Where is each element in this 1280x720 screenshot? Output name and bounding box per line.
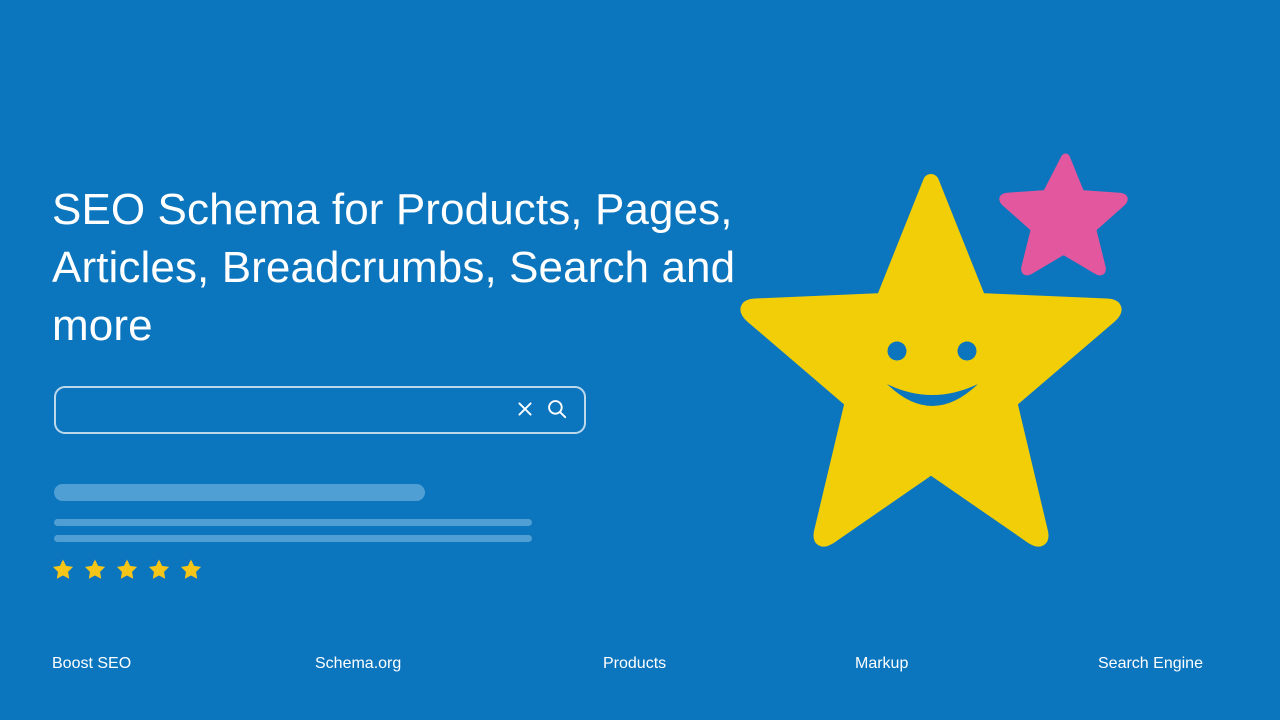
search-input[interactable]: [56, 388, 510, 432]
footer-nav: Boost SEO Schema.org Products Markup Sea…: [0, 652, 1280, 688]
hero-illustration: [735, 150, 1135, 550]
footer-item-search-engine[interactable]: Search Engine: [1098, 652, 1203, 676]
submit-search-button[interactable]: [542, 395, 572, 425]
rating-star-icon: [180, 558, 202, 580]
result-title-placeholder: [54, 484, 425, 501]
rating-star-icon: [52, 558, 74, 580]
close-x-icon: [516, 400, 534, 421]
clear-search-button[interactable]: [510, 395, 540, 425]
small-star-icon: [999, 153, 1128, 276]
rating-star-icon: [116, 558, 138, 580]
page-title: SEO Schema for Products, Pages, Articles…: [52, 185, 748, 351]
footer-item-products[interactable]: Products: [603, 652, 666, 676]
magnifier-icon: [546, 398, 568, 423]
rating-star-icon: [148, 558, 170, 580]
footer-item-boost-seo[interactable]: Boost SEO: [52, 652, 131, 676]
star-eye-right: [957, 341, 977, 361]
footer-item-schema-org[interactable]: Schema.org: [315, 652, 401, 676]
footer-item-markup[interactable]: Markup: [855, 652, 908, 676]
rating-star-icon: [84, 558, 106, 580]
star-eye-left: [887, 341, 907, 361]
result-line-placeholder-1: [54, 519, 532, 526]
search-bar[interactable]: [54, 386, 586, 434]
rating-stars: [52, 558, 202, 580]
result-line-placeholder-2: [54, 535, 532, 542]
slide-canvas: SEO Schema for Products, Pages, Articles…: [0, 0, 1280, 720]
